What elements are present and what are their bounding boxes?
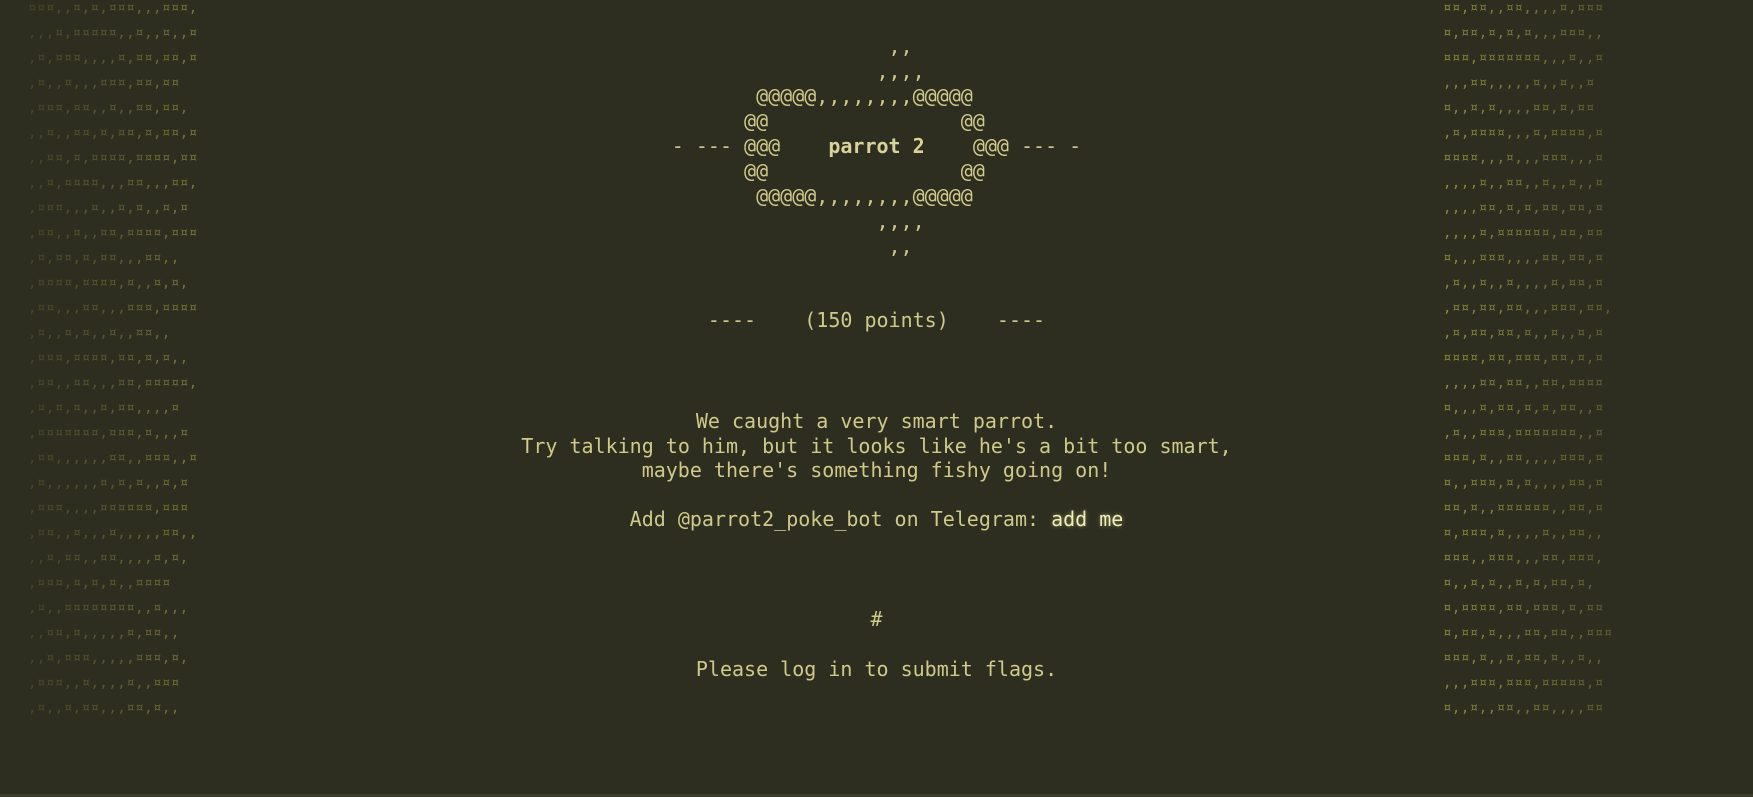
challenge-title: parrot 2 (828, 134, 925, 158)
pattern-row: ¤,,¤,¤,,¤,¤,¤¤,¤, (1443, 575, 1595, 591)
hash-separator: # (870, 607, 883, 631)
challenge-description: We caught a very smart parrot. Try talki… (521, 409, 1232, 482)
telegram-instruction: Add @parrot2_poke_bot on Telegram: add m… (0, 507, 1753, 532)
pattern-row: ¤¤¤,,¤,¤,¤¤¤,,,¤¤¤, (28, 0, 198, 16)
pattern-row: ¤¤¤¤,¤¤,¤¤¤,¤¤,¤,¤ (1443, 350, 1604, 366)
telegram-prefix-text: Add @parrot2_poke_bot on Telegram: (629, 507, 1052, 531)
pattern-row: ,¤¤¤,¤¤¤¤,¤¤,¤,¤,, (28, 350, 189, 366)
pattern-row: ¤¤,¤¤,,¤¤,,,,¤,¤¤¤ (1443, 0, 1604, 16)
pattern-row: ,¤¤¤¤,¤¤¤¤,¤,,¤,¤, (28, 275, 189, 291)
pattern-row: ,¤,,¤,¤¤,,,¤¤,¤,, (28, 700, 180, 716)
add-me-link[interactable]: add me (1051, 507, 1123, 531)
pattern-row: ,¤¤¤,¤,¤,¤,,¤¤¤¤ (28, 575, 171, 591)
challenge-banner: ,, ,,,, @@@@@,,,,,,,,@@@@@ @@ @@ - --- @… (0, 34, 1753, 259)
pattern-row: ,¤¤,,¤¤,,,¤¤,¤¤¤¤¤, (28, 375, 198, 391)
pattern-row: ,¤,,¤,,¤,,,,¤,¤¤,¤ (1443, 275, 1604, 291)
pattern-row: ¤,,¤,,¤¤,,¤¤,,,,¤¤ (1443, 700, 1604, 716)
login-prompt: Please log in to submit flags. (695, 657, 1058, 681)
pattern-row: ,,¤,¤¤,,¤¤,,,,¤,¤, (28, 550, 189, 566)
pattern-row: ¤¤¤,,¤¤¤,,,¤¤,¤¤¤, (1443, 550, 1604, 566)
challenge-points: ---- (150 points) ---- (707, 308, 1046, 332)
pattern-row: ,,,,¤¤,¤¤,,¤¤,¤¤¤¤ (1443, 375, 1604, 391)
